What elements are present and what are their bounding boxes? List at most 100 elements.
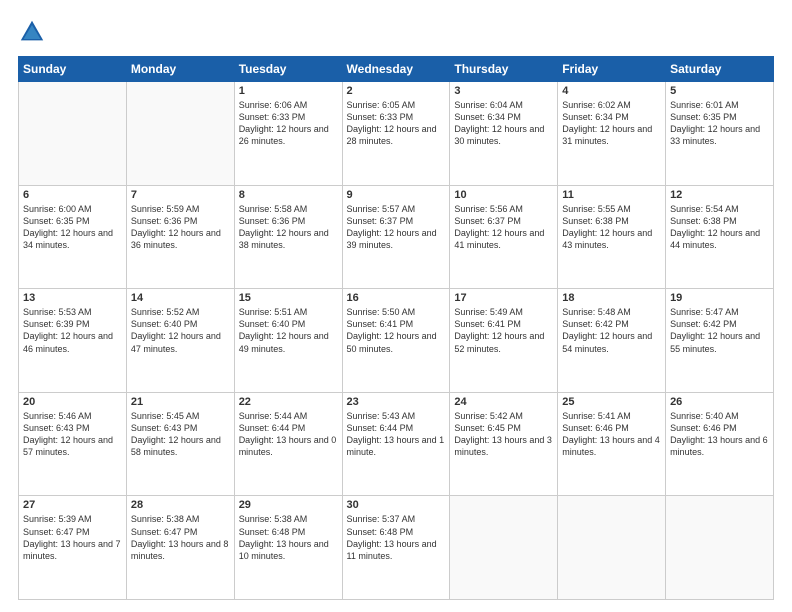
calendar-cell: 27 Sunrise: 5:39 AM Sunset: 6:47 PM Dayli… [19,496,127,600]
day-number: 3 [454,85,553,97]
day-info: Sunrise: 5:37 AM Sunset: 6:48 PM Dayligh… [347,513,446,562]
calendar-cell: 5 Sunrise: 6:01 AM Sunset: 6:35 PM Daylig… [666,82,774,186]
day-number: 17 [454,292,553,304]
day-info: Sunrise: 5:47 AM Sunset: 6:42 PM Dayligh… [670,306,769,355]
day-info: Sunrise: 5:58 AM Sunset: 6:36 PM Dayligh… [239,203,338,252]
day-info: Sunrise: 6:06 AM Sunset: 6:33 PM Dayligh… [239,99,338,148]
day-number: 28 [131,499,230,511]
day-info: Sunrise: 5:38 AM Sunset: 6:47 PM Dayligh… [131,513,230,562]
header-cell-thursday: Thursday [450,57,558,82]
day-number: 13 [23,292,122,304]
day-number: 26 [670,396,769,408]
day-number: 15 [239,292,338,304]
day-info: Sunrise: 5:39 AM Sunset: 6:47 PM Dayligh… [23,513,122,562]
calendar-cell: 9Sunrise: 5:57 AM Sunset: 6:37 PM Daylig… [342,185,450,289]
day-info: Sunrise: 6:05 AM Sunset: 6:33 PM Dayligh… [347,99,446,148]
day-number: 1 [239,85,338,97]
calendar-cell: 12 Sunrise: 5:54 AM Sunset: 6:38 PM Dayli… [666,185,774,289]
day-number: 2 [347,85,446,97]
header-cell-friday: Friday [558,57,666,82]
day-info: Sunrise: 5:42 AM Sunset: 6:45 PM Dayligh… [454,410,553,459]
day-info: Sunrise: 5:52 AM Sunset: 6:40 PM Dayligh… [131,306,230,355]
day-info: Sunrise: 5:49 AM Sunset: 6:41 PM Dayligh… [454,306,553,355]
calendar-cell: 24 Sunrise: 5:42 AM Sunset: 6:45 PM Dayli… [450,392,558,496]
header-cell-monday: Monday [126,57,234,82]
calendar-cell [558,496,666,600]
day-number: 25 [562,396,661,408]
day-info: Sunrise: 5:45 AM Sunset: 6:43 PM Dayligh… [131,410,230,459]
day-info: Sunrise: 5:56 AM Sunset: 6:37 PM Dayligh… [454,203,553,252]
calendar-cell: 30 Sunrise: 5:37 AM Sunset: 6:48 PM Dayli… [342,496,450,600]
day-info: Sunrise: 6:01 AM Sunset: 6:35 PM Dayligh… [670,99,769,148]
day-info: Sunrise: 5:46 AM Sunset: 6:43 PM Dayligh… [23,410,122,459]
day-number: 7 [131,189,230,201]
day-number: 23 [347,396,446,408]
day-number: 20 [23,396,122,408]
calendar-week-3: 13 Sunrise: 5:53 AM Sunset: 6:39 PM Dayli… [19,289,774,393]
logo [18,18,50,46]
calendar-cell: 26 Sunrise: 5:40 AM Sunset: 6:46 PM Dayli… [666,392,774,496]
calendar-cell: 28 Sunrise: 5:38 AM Sunset: 6:47 PM Dayli… [126,496,234,600]
calendar-cell [19,82,127,186]
day-number: 27 [23,499,122,511]
calendar-table: SundayMondayTuesdayWednesdayThursdayFrid… [18,56,774,600]
day-info: Sunrise: 5:57 AM Sunset: 6:37 PM Dayligh… [347,203,446,252]
calendar-cell: 6Sunrise: 6:00 AM Sunset: 6:35 PM Daylig… [19,185,127,289]
calendar-week-4: 20 Sunrise: 5:46 AM Sunset: 6:43 PM Dayli… [19,392,774,496]
header-cell-sunday: Sunday [19,57,127,82]
calendar-cell [450,496,558,600]
day-info: Sunrise: 5:48 AM Sunset: 6:42 PM Dayligh… [562,306,661,355]
calendar-cell: 19 Sunrise: 5:47 AM Sunset: 6:42 PM Dayli… [666,289,774,393]
day-number: 10 [454,189,553,201]
calendar-cell: 2 Sunrise: 6:05 AM Sunset: 6:33 PM Daylig… [342,82,450,186]
day-number: 19 [670,292,769,304]
day-number: 24 [454,396,553,408]
day-number: 11 [562,189,661,201]
calendar-cell: 16Sunrise: 5:50 AM Sunset: 6:41 PM Dayli… [342,289,450,393]
day-info: Sunrise: 5:54 AM Sunset: 6:38 PM Dayligh… [670,203,769,252]
calendar-header-row: SundayMondayTuesdayWednesdayThursdayFrid… [19,57,774,82]
day-number: 22 [239,396,338,408]
header-cell-tuesday: Tuesday [234,57,342,82]
calendar-cell: 29 Sunrise: 5:38 AM Sunset: 6:48 PM Dayli… [234,496,342,600]
calendar-cell: 4Sunrise: 6:02 AM Sunset: 6:34 PM Daylig… [558,82,666,186]
day-number: 16 [347,292,446,304]
day-number: 12 [670,189,769,201]
day-number: 8 [239,189,338,201]
header-cell-saturday: Saturday [666,57,774,82]
day-number: 29 [239,499,338,511]
calendar-cell: 7 Sunrise: 5:59 AM Sunset: 6:36 PM Daylig… [126,185,234,289]
day-info: Sunrise: 6:02 AM Sunset: 6:34 PM Dayligh… [562,99,661,148]
calendar-cell: 14 Sunrise: 5:52 AM Sunset: 6:40 PM Dayli… [126,289,234,393]
day-number: 14 [131,292,230,304]
day-info: Sunrise: 5:38 AM Sunset: 6:48 PM Dayligh… [239,513,338,562]
day-info: Sunrise: 5:53 AM Sunset: 6:39 PM Dayligh… [23,306,122,355]
calendar-cell: 23 Sunrise: 5:43 AM Sunset: 6:44 PM Dayli… [342,392,450,496]
day-number: 5 [670,85,769,97]
calendar-cell: 1 Sunrise: 6:06 AM Sunset: 6:33 PM Daylig… [234,82,342,186]
header-cell-wednesday: Wednesday [342,57,450,82]
day-info: Sunrise: 5:51 AM Sunset: 6:40 PM Dayligh… [239,306,338,355]
day-info: Sunrise: 5:55 AM Sunset: 6:38 PM Dayligh… [562,203,661,252]
day-info: Sunrise: 5:41 AM Sunset: 6:46 PM Dayligh… [562,410,661,459]
calendar-week-1: 1 Sunrise: 6:06 AM Sunset: 6:33 PM Daylig… [19,82,774,186]
calendar-cell: 22 Sunrise: 5:44 AM Sunset: 6:44 PM Dayli… [234,392,342,496]
calendar-cell: 21 Sunrise: 5:45 AM Sunset: 6:43 PM Dayli… [126,392,234,496]
calendar-cell: 13 Sunrise: 5:53 AM Sunset: 6:39 PM Dayli… [19,289,127,393]
day-info: Sunrise: 5:59 AM Sunset: 6:36 PM Dayligh… [131,203,230,252]
day-info: Sunrise: 5:43 AM Sunset: 6:44 PM Dayligh… [347,410,446,459]
day-info: Sunrise: 5:44 AM Sunset: 6:44 PM Dayligh… [239,410,338,459]
day-info: Sunrise: 6:00 AM Sunset: 6:35 PM Dayligh… [23,203,122,252]
calendar-cell: 18 Sunrise: 5:48 AM Sunset: 6:42 PM Dayli… [558,289,666,393]
day-number: 18 [562,292,661,304]
day-info: Sunrise: 6:04 AM Sunset: 6:34 PM Dayligh… [454,99,553,148]
logo-icon [18,18,46,46]
calendar-cell: 20 Sunrise: 5:46 AM Sunset: 6:43 PM Dayli… [19,392,127,496]
header [18,18,774,46]
day-number: 21 [131,396,230,408]
calendar-cell: 8 Sunrise: 5:58 AM Sunset: 6:36 PM Daylig… [234,185,342,289]
day-number: 30 [347,499,446,511]
day-info: Sunrise: 5:40 AM Sunset: 6:46 PM Dayligh… [670,410,769,459]
calendar-week-2: 6Sunrise: 6:00 AM Sunset: 6:35 PM Daylig… [19,185,774,289]
calendar-cell [126,82,234,186]
